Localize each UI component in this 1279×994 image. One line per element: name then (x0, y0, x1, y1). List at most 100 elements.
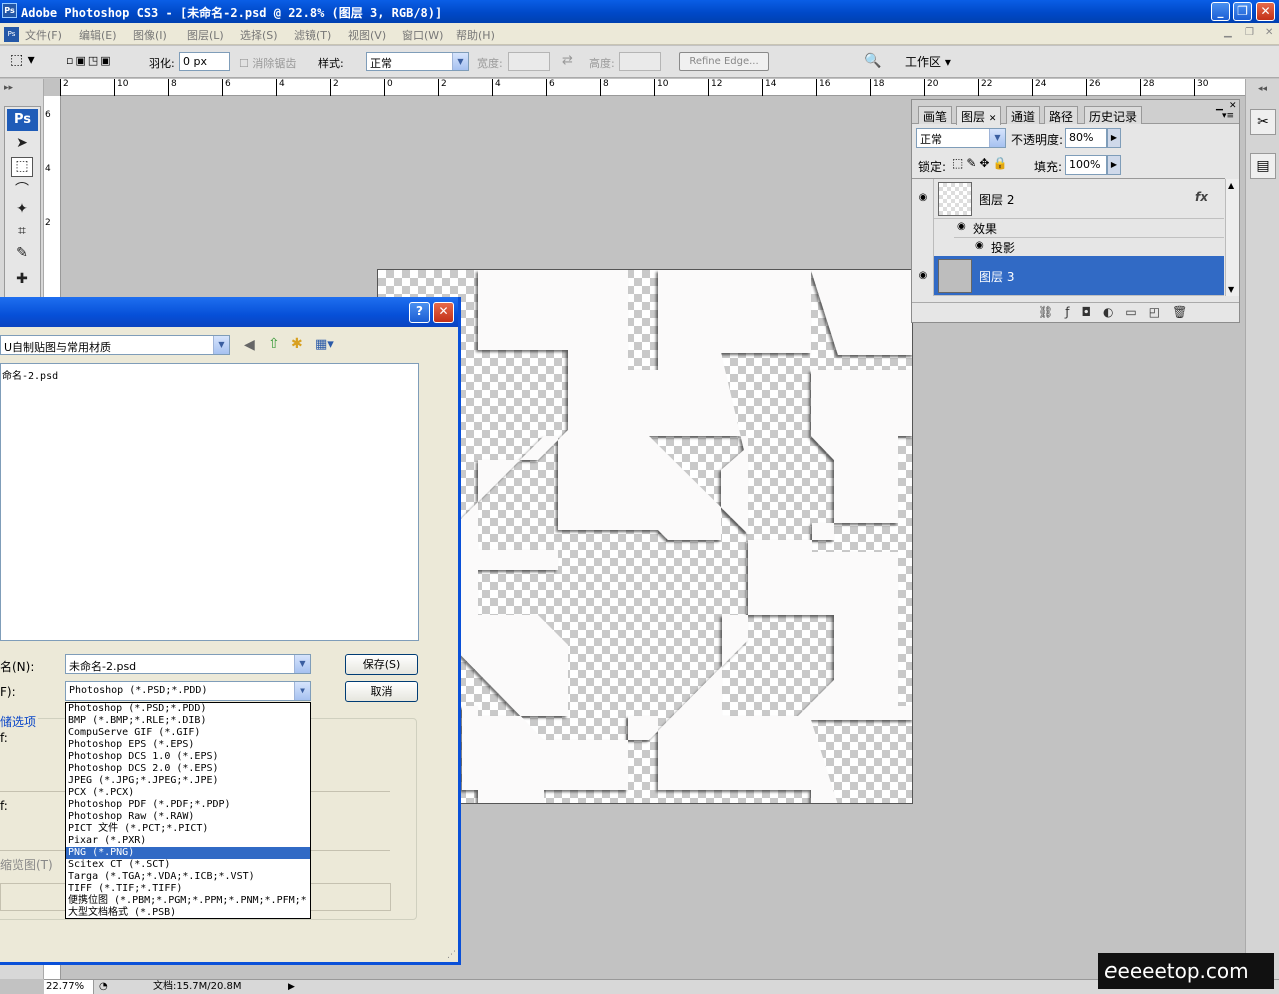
menu-help[interactable]: 帮助(H) (456, 27, 495, 43)
menu-window[interactable]: 窗口(W) (402, 27, 443, 43)
crop-tool-icon[interactable]: ⌗ (11, 223, 33, 243)
expand-icon[interactable]: ▸▸ (4, 83, 13, 93)
format-option[interactable]: Targa (*.TGA;*.VDA;*.ICB;*.VST) (66, 871, 310, 883)
format-dropdown-list[interactable]: Photoshop (*.PSD;*.PDD) BMP (*.BMP;*.RLE;… (65, 702, 311, 919)
format-option[interactable]: 便携位图 (*.PBM;*.PGM;*.PPM;*.PNM;*.PFM;* (66, 895, 310, 907)
format-option[interactable]: Photoshop EPS (*.EPS) (66, 739, 310, 751)
format-option[interactable]: Photoshop DCS 2.0 (*.EPS) (66, 763, 310, 775)
lock-icons[interactable]: ⬚✎✥🔒 (952, 156, 1010, 170)
format-option[interactable]: TIFF (*.TIF;*.TIFF) (66, 883, 310, 895)
feather-input[interactable]: 0 px (179, 52, 230, 71)
eye-icon[interactable]: ◉ (975, 240, 984, 251)
doc-minimize-icon[interactable]: ▁ (1224, 27, 1232, 38)
doc-close-icon[interactable]: ✕ (1265, 27, 1273, 38)
swap-icon[interactable]: ⇄ (562, 53, 573, 68)
format-option[interactable]: Pixar (*.PXR) (66, 835, 310, 847)
format-option[interactable]: PNG (*.PNG) (66, 847, 310, 859)
menu-select[interactable]: 选择(S) (240, 27, 278, 43)
up-folder-icon[interactable]: ⇧ (268, 336, 280, 352)
format-option[interactable]: Photoshop DCS 1.0 (*.EPS) (66, 751, 310, 763)
format-option[interactable]: PICT 文件 (*.PCT;*.PICT) (66, 823, 310, 835)
tab-channels[interactable]: 通道 (1006, 106, 1041, 124)
eye-icon[interactable]: ◉ (957, 221, 966, 232)
menu-file[interactable]: 文件(F) (25, 27, 62, 43)
menu-filter[interactable]: 滤镜(T) (294, 27, 331, 43)
panel-menu-icon[interactable]: ▾≡ (1222, 111, 1234, 121)
file-list[interactable]: 命名-2.psd (0, 363, 419, 641)
back-icon[interactable]: ◀ (244, 337, 255, 353)
status-preview-icon[interactable]: ◔ (99, 980, 108, 994)
new-folder-icon[interactable]: ✱ (291, 336, 303, 352)
save-button[interactable]: 保存(S) (345, 654, 418, 675)
layer-action-icons[interactable]: ⛓ƒ◘◐▭◰🗑 (1038, 305, 1199, 319)
doc-restore-icon[interactable]: ❐ (1245, 27, 1254, 38)
height-input[interactable] (619, 52, 661, 71)
format-option[interactable]: CompuServe GIF (*.GIF) (66, 727, 310, 739)
resize-grip-icon[interactable]: ⋰ (447, 950, 456, 960)
format-option[interactable]: Photoshop Raw (*.RAW) (66, 811, 310, 823)
eye-icon[interactable]: ◉ (912, 270, 934, 281)
tab-brushes[interactable]: 画笔 (918, 106, 953, 124)
maximize-button[interactable]: ❐ (1233, 2, 1252, 21)
format-option[interactable]: BMP (*.BMP;*.RLE;*.DIB) (66, 715, 310, 727)
opacity-slider-arrow-icon[interactable]: ▶ (1107, 128, 1121, 148)
menu-edit[interactable]: 编辑(E) (79, 27, 117, 43)
format-option[interactable]: Scitex CT (*.SCT) (66, 859, 310, 871)
blend-mode-select[interactable]: 正常 ▼ (916, 128, 1006, 148)
tools-preset-icon[interactable]: ✂ (1250, 109, 1276, 135)
fill-input[interactable]: 100% (1065, 155, 1107, 175)
workspace-button[interactable]: 工作区 ▾ (905, 53, 951, 70)
format-option[interactable]: JPEG (*.JPG;*.JPEG;*.JPE) (66, 775, 310, 787)
move-tool-icon[interactable]: ➤ (11, 135, 33, 155)
effect-row-drop-shadow[interactable]: ◉ 投影 (972, 238, 1224, 257)
magic-wand-tool-icon[interactable]: ✦ (11, 201, 33, 221)
style-select[interactable]: 正常 ▼ (366, 52, 469, 71)
tab-paths[interactable]: 路径 (1044, 106, 1079, 124)
antialias-checkbox[interactable]: ☐ 消除锯齿 (239, 55, 296, 71)
document-icon[interactable]: Ps (4, 27, 19, 42)
close-icon[interactable]: ✕ (989, 114, 997, 124)
bridge-icon[interactable]: 🔍 (864, 53, 881, 69)
format-option[interactable]: Photoshop PDF (*.PDF;*.PDP) (66, 799, 310, 811)
layer-row-selected[interactable]: 图层 3 (934, 256, 1224, 296)
eye-icon[interactable]: ◉ (912, 192, 934, 203)
opacity-input[interactable]: 80% (1065, 128, 1107, 148)
scroll-up-icon[interactable]: ▲ (1228, 181, 1234, 190)
width-input[interactable] (508, 52, 550, 71)
view-menu-icon[interactable]: ▦▾ (315, 337, 334, 352)
format-option[interactable]: 大型文档格式 (*.PSB) (66, 907, 310, 918)
selection-mode-icons[interactable]: ▫▣◳▣ (66, 54, 132, 70)
lasso-tool-icon[interactable]: ⌒ (11, 179, 33, 199)
format-select[interactable]: Photoshop (*.PSD;*.PDD) ▼ (65, 681, 311, 701)
minimize-button[interactable]: _ (1211, 2, 1230, 21)
fx-icon[interactable]: fx (1195, 190, 1208, 204)
dialog-help-button[interactable]: ? (409, 302, 430, 323)
healing-brush-tool-icon[interactable]: ✚ (11, 271, 33, 291)
collapse-icon[interactable]: ◂◂ (1258, 84, 1267, 94)
thumbnail-checkbox-label[interactable]: 缩览图(T) (0, 856, 53, 873)
effects-row[interactable]: ◉ 效果 (954, 219, 1224, 238)
fill-slider-arrow-icon[interactable]: ▶ (1107, 155, 1121, 175)
menu-view[interactable]: 视图(V) (348, 27, 386, 43)
tab-layers[interactable]: 图层 ✕ (956, 106, 1002, 125)
dialog-close-button[interactable]: ✕ (433, 302, 454, 323)
menu-layer[interactable]: 图层(L) (187, 27, 224, 43)
tab-history[interactable]: 历史记录 (1084, 106, 1143, 124)
close-button[interactable]: ✕ (1256, 2, 1275, 21)
refine-edge-button[interactable]: Refine Edge... (679, 52, 769, 71)
panel-minimize-icon[interactable]: ▁ (1216, 101, 1223, 111)
cancel-button[interactable]: 取消 (345, 681, 418, 702)
eyedropper-tool-icon[interactable]: ✎ (11, 245, 33, 265)
zoom-field[interactable]: 22.77% (44, 980, 94, 994)
info-panel-icon[interactable]: ▤ (1250, 153, 1276, 179)
panel-close-icon[interactable]: ✕ (1229, 101, 1237, 111)
format-option[interactable]: PCX (*.PCX) (66, 787, 310, 799)
layer-row[interactable]: 图层 2 fx (934, 179, 1224, 219)
status-menu-arrow-icon[interactable]: ▶ (288, 980, 295, 994)
filename-input[interactable]: 未命名-2.psd ▼ (65, 654, 311, 674)
scroll-down-icon[interactable]: ▼ (1228, 285, 1234, 294)
marquee-preset-icon[interactable]: ⬚ ▾ (10, 52, 50, 72)
format-option[interactable]: Photoshop (*.PSD;*.PDD) (66, 703, 310, 715)
file-item[interactable]: 命名-2.psd (2, 367, 417, 382)
menu-image[interactable]: 图像(I) (133, 27, 167, 43)
